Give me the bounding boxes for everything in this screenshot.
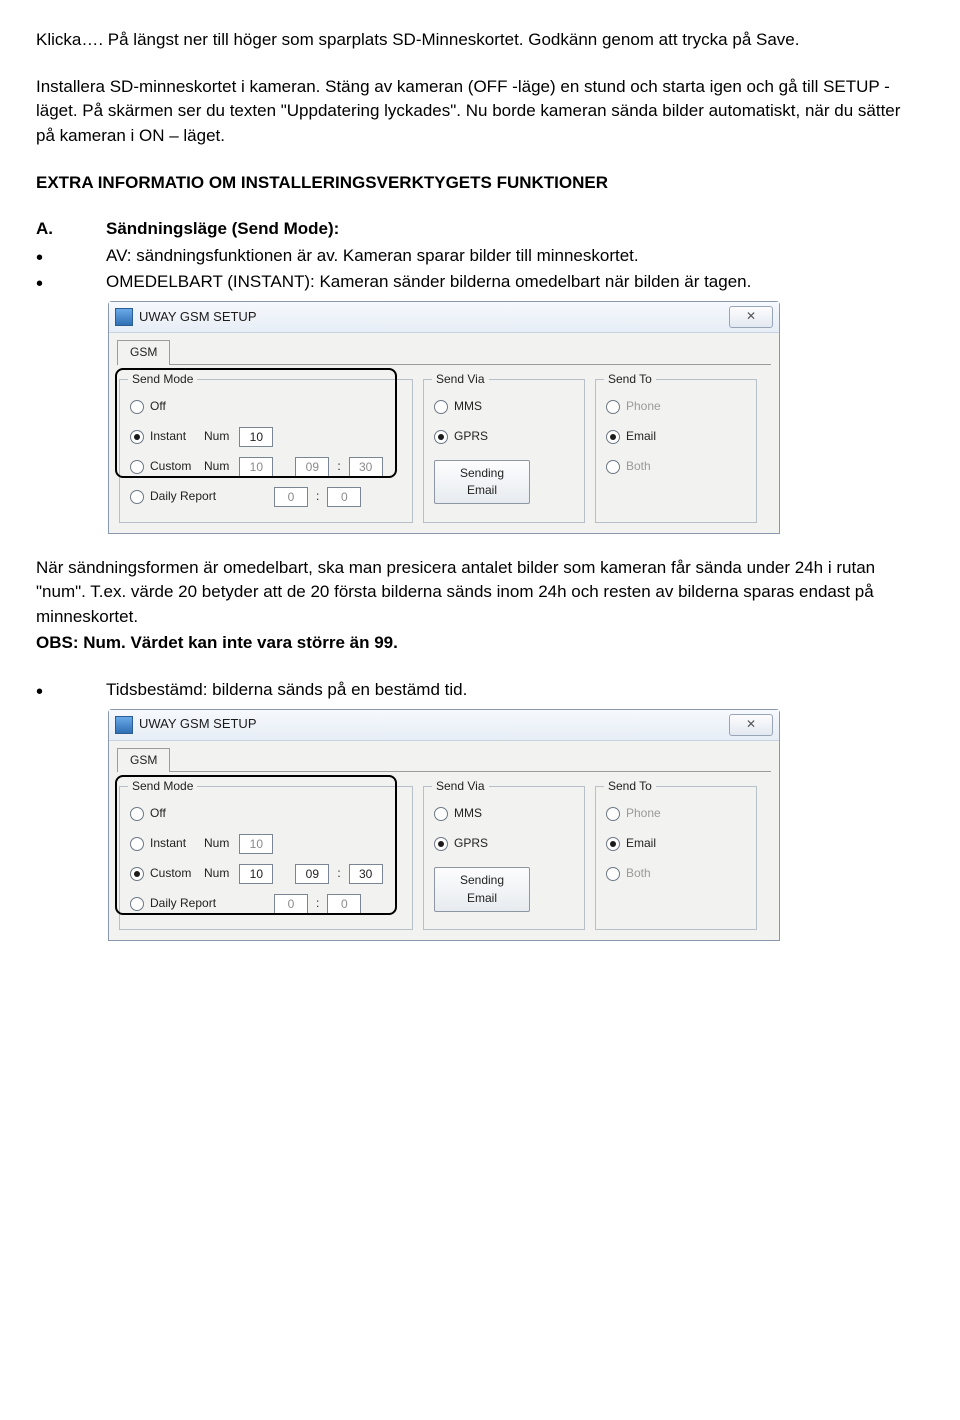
radio-phone[interactable] [606, 807, 620, 821]
input-daily-hour[interactable]: 0 [274, 894, 308, 914]
group-title-sendvia: Send Via [432, 778, 489, 795]
label-custom: Custom [150, 865, 198, 882]
app-icon [115, 308, 133, 326]
app-icon [115, 716, 133, 734]
tab-gsm[interactable]: GSM [117, 340, 170, 364]
label-email: Email [626, 428, 674, 445]
group-send-via: Send Via MMS GPRS Sending Email [423, 379, 585, 523]
radio-gprs[interactable] [434, 837, 448, 851]
list-bullet-3: • Tidsbestämd: bilderna sänds på en best… [36, 678, 924, 703]
tab-strip: GSM [117, 747, 771, 772]
list-marker-a: A. [36, 217, 106, 242]
input-custom-min[interactable]: 30 [349, 864, 383, 884]
label-phone: Phone [626, 398, 674, 415]
window-titlebar: UWAY GSM SETUP ✕ [109, 302, 779, 333]
radio-daily[interactable] [130, 897, 144, 911]
bullet-icon: • [36, 678, 106, 702]
label-mms: MMS [454, 805, 502, 822]
radio-both[interactable] [606, 460, 620, 474]
paragraph-1: Klicka…. På längst ner till höger som sp… [36, 28, 924, 53]
label-num: Num [204, 835, 229, 852]
label-num: Num [204, 428, 229, 445]
tab-strip: GSM [117, 339, 771, 364]
label-gprs: GPRS [454, 428, 502, 445]
label-both: Both [626, 865, 674, 882]
input-instant-num[interactable]: 10 [239, 834, 273, 854]
paragraph-obs: OBS: Num. Värdet kan inte vara större än… [36, 631, 924, 656]
radio-phone[interactable] [606, 400, 620, 414]
input-custom-num[interactable]: 10 [239, 864, 273, 884]
radio-gprs[interactable] [434, 430, 448, 444]
radio-mms[interactable] [434, 807, 448, 821]
tab-gsm[interactable]: GSM [117, 748, 170, 772]
radio-mms[interactable] [434, 400, 448, 414]
radio-instant[interactable] [130, 837, 144, 851]
sending-email-button[interactable]: Sending Email [434, 867, 530, 912]
label-num: Num [204, 865, 229, 882]
group-send-to: Send To Phone Email Both [595, 786, 757, 930]
bullet-3-text: Tidsbestämd: bilderna sänds på en bestäm… [106, 678, 924, 703]
label-custom: Custom [150, 458, 198, 475]
list-bullet-2: • OMEDELBART (INSTANT): Kameran sänder b… [36, 270, 924, 295]
bullet-icon: • [36, 244, 106, 268]
input-custom-min[interactable]: 30 [349, 457, 383, 477]
screenshot-custom: UWAY GSM SETUP ✕ GSM Send Mode Off [108, 709, 924, 941]
sending-email-button[interactable]: Sending Email [434, 460, 530, 505]
paragraph-2: Installera SD-minneskortet i kameran. St… [36, 75, 924, 149]
label-off: Off [150, 398, 198, 415]
paragraph-3: När sändningsformen är omedelbart, ska m… [36, 556, 924, 630]
group-send-to: Send To Phone Email Both [595, 379, 757, 523]
label-num: Num [204, 458, 229, 475]
section-heading: EXTRA INFORMATIO OM INSTALLERINGSVERKTYG… [36, 171, 924, 196]
label-phone: Phone [626, 805, 674, 822]
input-instant-num[interactable]: 10 [239, 427, 273, 447]
label-both: Both [626, 458, 674, 475]
window-titlebar: UWAY GSM SETUP ✕ [109, 710, 779, 741]
list-bullet-1: • AV: sändningsfunktionen är av. Kameran… [36, 244, 924, 269]
label-daily: Daily Report [150, 488, 234, 505]
list-title-a: Sändningsläge (Send Mode): [106, 217, 924, 242]
bullet-2-text: OMEDELBART (INSTANT): Kameran sänder bil… [106, 270, 924, 295]
window-title: UWAY GSM SETUP [139, 308, 729, 327]
input-custom-hour[interactable]: 09 [295, 457, 329, 477]
group-send-via: Send Via MMS GPRS Sending Email [423, 786, 585, 930]
label-mms: MMS [454, 398, 502, 415]
bullet-1-text: AV: sändningsfunktionen är av. Kameran s… [106, 244, 924, 269]
radio-off[interactable] [130, 400, 144, 414]
radio-both[interactable] [606, 867, 620, 881]
label-email: Email [626, 835, 674, 852]
input-daily-min[interactable]: 0 [327, 894, 361, 914]
radio-off[interactable] [130, 807, 144, 821]
close-button[interactable]: ✕ [729, 306, 773, 328]
group-title-sendto: Send To [604, 778, 656, 795]
label-daily: Daily Report [150, 895, 234, 912]
list-item-a: A. Sändningsläge (Send Mode): [36, 217, 924, 242]
label-instant: Instant [150, 428, 198, 445]
radio-custom[interactable] [130, 460, 144, 474]
label-off: Off [150, 805, 198, 822]
input-daily-min[interactable]: 0 [327, 487, 361, 507]
window-title: UWAY GSM SETUP [139, 715, 729, 734]
group-title-sendmode: Send Mode [128, 778, 197, 795]
label-instant: Instant [150, 835, 198, 852]
input-custom-hour[interactable]: 09 [295, 864, 329, 884]
screenshot-instant: UWAY GSM SETUP ✕ GSM Send Mode Off [108, 301, 924, 533]
close-button[interactable]: ✕ [729, 714, 773, 736]
group-title-sendto: Send To [604, 371, 656, 388]
group-title-sendmode: Send Mode [128, 371, 197, 388]
radio-instant[interactable] [130, 430, 144, 444]
group-send-mode: Send Mode Off Instant Num 10 Custom [119, 379, 413, 523]
radio-daily[interactable] [130, 490, 144, 504]
label-gprs: GPRS [454, 835, 502, 852]
radio-custom[interactable] [130, 867, 144, 881]
radio-email[interactable] [606, 837, 620, 851]
input-custom-num[interactable]: 10 [239, 457, 273, 477]
radio-email[interactable] [606, 430, 620, 444]
bullet-icon: • [36, 270, 106, 294]
group-send-mode: Send Mode Off Instant Num 10 Custom [119, 786, 413, 930]
group-title-sendvia: Send Via [432, 371, 489, 388]
input-daily-hour[interactable]: 0 [274, 487, 308, 507]
